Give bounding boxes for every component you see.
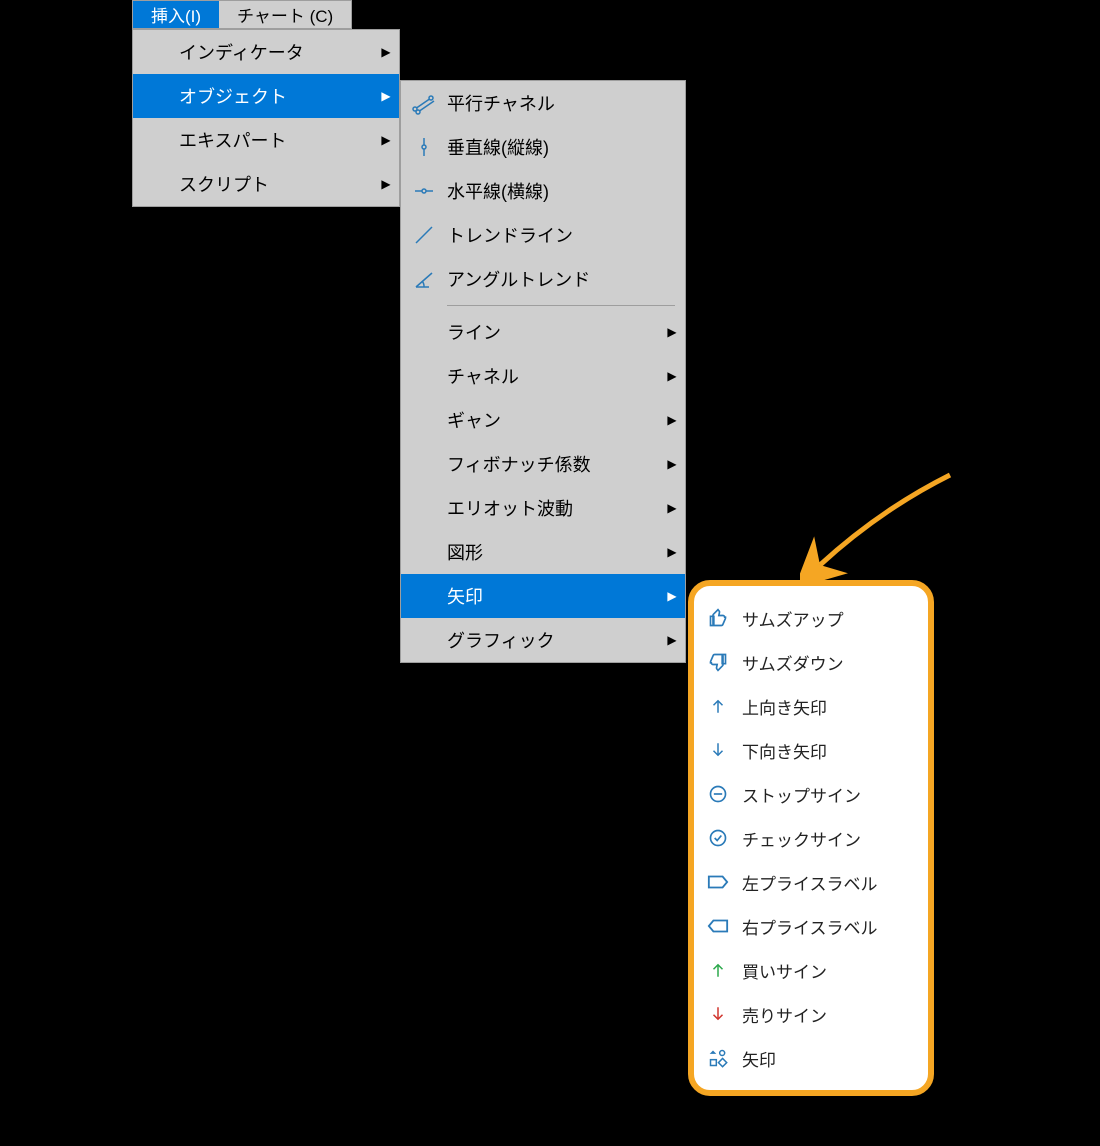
thumbs-down-icon [694, 640, 742, 684]
menu-item-label: 垂直線(縦線) [447, 134, 685, 160]
popup-item-label: チェックサイン [742, 826, 861, 851]
menu-insert: インディケータ ▶ オブジェクト ▶ エキスパート ▶ スクリプト ▶ [132, 29, 400, 207]
stop-sign-icon [694, 772, 742, 816]
menu-item-elliott[interactable]: エリオット波動▶ [401, 486, 685, 530]
menu-item-line[interactable]: ライン▶ [401, 310, 685, 354]
menu-item-arrow[interactable]: 矢印▶ [401, 574, 685, 618]
buy-sign-icon [694, 948, 742, 992]
popup-item-label: ストップサイン [742, 782, 861, 807]
menu-item-gann[interactable]: ギャン▶ [401, 398, 685, 442]
sell-sign-icon [694, 992, 742, 1036]
submenu-arrow-icon: ▶ [659, 369, 685, 383]
menu-item-vertical-line[interactable]: 垂直線(縦線) [401, 125, 685, 169]
submenu-arrow-icon: ▶ [373, 177, 399, 191]
submenu-arrow-icon: ▶ [373, 89, 399, 103]
submenu-arrow-icon: ▶ [373, 45, 399, 59]
trendline-icon [401, 213, 447, 257]
submenu-arrow-icon: ▶ [659, 457, 685, 471]
menu-item-indicator[interactable]: インディケータ ▶ [133, 30, 399, 74]
submenu-arrow-icon: ▶ [659, 501, 685, 515]
menu-item-horizontal-line[interactable]: 水平線(横線) [401, 169, 685, 213]
arrow-up-icon [694, 684, 742, 728]
submenu-arrow-icon: ▶ [659, 633, 685, 647]
menu-item-fibonacci[interactable]: フィボナッチ係数▶ [401, 442, 685, 486]
popup-item-thumbs-up[interactable]: サムズアップ [694, 596, 928, 640]
menu-item-object[interactable]: オブジェクト ▶ [133, 74, 399, 118]
popup-item-label: 売りサイン [742, 1002, 827, 1027]
menu-item-expert[interactable]: エキスパート ▶ [133, 118, 399, 162]
horizontal-line-icon [401, 169, 447, 213]
menu-item-label: スクリプト [179, 171, 373, 197]
menubar-tab-insert[interactable]: 挿入(I) [133, 1, 219, 28]
arrow-codes-icon [694, 1036, 742, 1080]
right-price-label-icon [694, 904, 742, 948]
menu-item-equidistant[interactable]: 平行チャネル [401, 81, 685, 125]
vertical-line-icon [401, 125, 447, 169]
popup-item-stop-sign[interactable]: ストップサイン [694, 772, 928, 816]
submenu-arrow-icon: ▶ [659, 325, 685, 339]
menu-item-channel[interactable]: チャネル▶ [401, 354, 685, 398]
popup-item-label: 矢印 [742, 1046, 776, 1071]
menu-item-script[interactable]: スクリプト ▶ [133, 162, 399, 206]
popup-item-label: 左プライスラベル [742, 870, 878, 895]
menu-item-label: チャネル [447, 363, 659, 389]
menu-item-graphic[interactable]: グラフィック▶ [401, 618, 685, 662]
menu-item-label: トレンドライン [447, 222, 685, 248]
menu-item-label: 平行チャネル [447, 90, 685, 116]
thumbs-up-icon [694, 596, 742, 640]
menu-object: 平行チャネル 垂直線(縦線) 水平線(横線) トレンドライン アングルトレンド … [400, 80, 686, 663]
popup-item-label: 右プライスラベル [742, 914, 878, 939]
popup-item-arrows[interactable]: 矢印 [694, 1036, 928, 1080]
menu-item-label: オブジェクト [179, 83, 373, 109]
submenu-arrow-icon: ▶ [659, 589, 685, 603]
menu-item-label: ギャン [447, 407, 659, 433]
menu-item-label: エキスパート [179, 127, 373, 153]
submenu-arrow-icon: ▶ [659, 413, 685, 427]
popup-item-label: サムズアップ [742, 606, 844, 631]
menu-item-shape[interactable]: 図形▶ [401, 530, 685, 574]
popup-item-right-price-label[interactable]: 右プライスラベル [694, 904, 928, 948]
menubar-tab-chart[interactable]: チャート (C) [219, 1, 351, 28]
popup-item-check-sign[interactable]: チェックサイン [694, 816, 928, 860]
menu-item-label: グラフィック [447, 627, 659, 653]
menu-item-label: アングルトレンド [447, 266, 685, 292]
popup-item-label: サムズダウン [742, 650, 844, 675]
submenu-arrow-icon: ▶ [659, 545, 685, 559]
menu-item-label: 図形 [447, 539, 659, 565]
menu-item-label: 矢印 [447, 583, 659, 609]
submenu-arrow-popup: サムズアップ サムズダウン 上向き矢印 下向き矢印 ストップサイン チェックサイ… [688, 580, 934, 1096]
popup-item-label: 上向き矢印 [742, 694, 827, 719]
menu-separator [447, 305, 675, 306]
menu-item-trendline[interactable]: トレンドライン [401, 213, 685, 257]
annotation-arrow-icon [800, 470, 960, 590]
left-price-label-icon [694, 860, 742, 904]
popup-item-arrow-down[interactable]: 下向き矢印 [694, 728, 928, 772]
popup-item-sell-sign[interactable]: 売りサイン [694, 992, 928, 1036]
menu-item-label: エリオット波動 [447, 495, 659, 521]
popup-item-buy-sign[interactable]: 買いサイン [694, 948, 928, 992]
arrow-down-icon [694, 728, 742, 772]
popup-item-thumbs-down[interactable]: サムズダウン [694, 640, 928, 684]
check-sign-icon [694, 816, 742, 860]
menu-item-label: フィボナッチ係数 [447, 451, 659, 477]
submenu-arrow-icon: ▶ [373, 133, 399, 147]
equidistant-channel-icon [401, 81, 447, 125]
angle-trend-icon [401, 257, 447, 301]
menu-item-label: インディケータ [179, 39, 373, 65]
popup-item-left-price-label[interactable]: 左プライスラベル [694, 860, 928, 904]
menu-item-angle-trend[interactable]: アングルトレンド [401, 257, 685, 301]
menubar: 挿入(I) チャート (C) [132, 0, 352, 29]
menu-item-label: ライン [447, 319, 659, 345]
popup-item-label: 買いサイン [742, 958, 827, 983]
popup-item-arrow-up[interactable]: 上向き矢印 [694, 684, 928, 728]
popup-item-label: 下向き矢印 [742, 738, 827, 763]
menu-item-label: 水平線(横線) [447, 178, 685, 204]
